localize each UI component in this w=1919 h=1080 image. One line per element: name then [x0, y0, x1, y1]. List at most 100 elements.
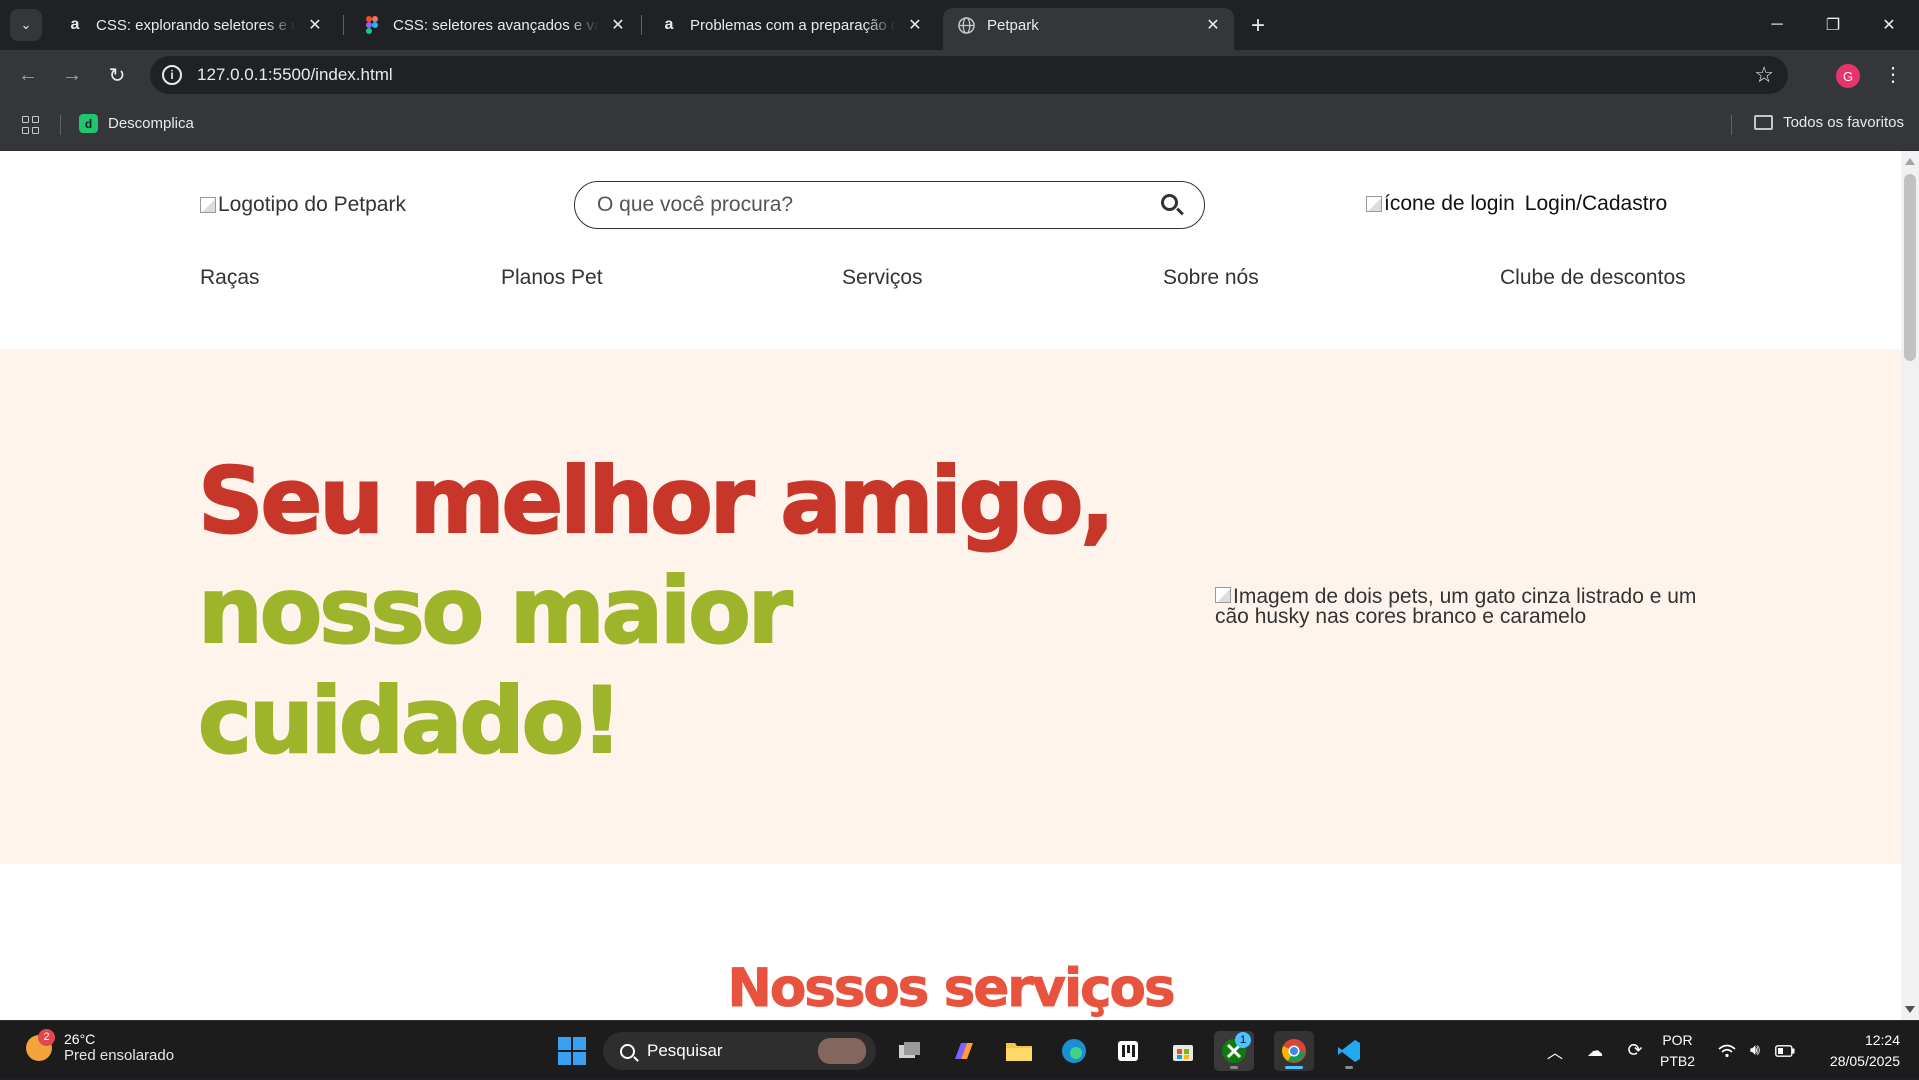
weather-temp: 26°C — [64, 1031, 96, 1047]
language-indicator[interactable]: POR PTB2 — [1660, 1030, 1695, 1072]
browser-tab-bar: ⌄ a CSS: explorando seletores e utilitár… — [0, 0, 1919, 50]
restore-button[interactable]: ❐ — [1810, 8, 1856, 42]
clock-date: 28/05/2025 — [1829, 1053, 1900, 1069]
bookmark-divider — [60, 115, 61, 135]
search-icon[interactable] — [1161, 194, 1178, 211]
all-bookmarks[interactable]: Todos os favoritos — [1754, 114, 1904, 131]
bookmarks-bar: d Descomplica Todos os favoritos — [0, 100, 1919, 151]
start-button[interactable] — [552, 1031, 592, 1071]
search-placeholder: O que você procura? — [597, 193, 794, 216]
tab-css-seletores[interactable]: CSS: seletores avançados e variáveis ✕ — [349, 8, 639, 42]
bookmark-divider — [1731, 115, 1732, 135]
microsoft-store-icon[interactable] — [1163, 1031, 1203, 1071]
xbox-badge: 1 — [1235, 1032, 1251, 1048]
keyboard-layout: PTB2 — [1660, 1053, 1696, 1069]
address-bar[interactable]: i 127.0.0.1:5500/index.html ☆ — [150, 56, 1788, 94]
alura-icon: a — [664, 16, 674, 33]
hero-title: Seu melhor amigo, nosso maior cuidado! — [197, 447, 1158, 777]
new-tab-button[interactable]: + — [1244, 12, 1272, 40]
tab-divider — [343, 15, 344, 35]
taskbar-search-label: Pesquisar — [647, 1041, 723, 1060]
chrome-icon[interactable] — [1274, 1031, 1314, 1071]
nav-item-planos-pet[interactable]: Planos Pet — [501, 266, 603, 290]
weather-badge: 2 — [38, 1028, 55, 1046]
profile-avatar[interactable]: G — [1836, 64, 1860, 88]
show-hidden-icons[interactable]: ︿ — [1540, 1021, 1570, 1080]
file-explorer-icon[interactable] — [999, 1031, 1039, 1071]
minimize-button[interactable]: ─ — [1754, 8, 1800, 42]
tab-css-explorando[interactable]: a CSS: explorando seletores e utilitário… — [52, 8, 336, 42]
teams-icon[interactable] — [1108, 1031, 1148, 1071]
tab-title: Problemas com a preparação do ambiente — [690, 16, 896, 34]
alura-icon: a — [70, 16, 80, 33]
volume-icon[interactable]: 🔊︎ — [1742, 1021, 1768, 1080]
login-icon: ícone de login — [1366, 192, 1515, 216]
close-tab-icon[interactable]: ✕ — [304, 14, 326, 36]
login-icon-alt-text: ícone de login — [1384, 192, 1515, 215]
login-label: Login/Cadastro — [1524, 192, 1668, 215]
scroll-up-arrow-icon[interactable] — [1905, 158, 1915, 165]
search-icon — [620, 1043, 635, 1059]
battery-icon[interactable] — [1772, 1021, 1798, 1080]
browser-menu-icon[interactable]: ⋮ — [1880, 62, 1906, 87]
hero-title-line1: Seu melhor amigo, — [197, 448, 1116, 555]
back-button[interactable]: ← — [12, 59, 44, 91]
apps-grid-icon[interactable] — [22, 116, 40, 134]
windows-taskbar: 2 26°C Pred ensolarado Pesquisar 1 ︿ ☁ ⟳… — [0, 1020, 1919, 1079]
bookmark-label: Descomplica — [108, 115, 194, 132]
tab-title: CSS: seletores avançados e variáveis — [393, 16, 599, 34]
taskbar-search[interactable]: Pesquisar — [603, 1032, 876, 1070]
page-viewport: Logotipo do Petpark O que você procura? … — [0, 151, 1919, 1020]
main-nav: Raças Planos Pet Serviços Sobre nós Club… — [200, 266, 1701, 296]
nav-item-clube-de-descontos[interactable]: Clube de descontos — [1500, 266, 1686, 290]
copilot-icon[interactable] — [944, 1031, 984, 1071]
close-tab-icon[interactable]: ✕ — [607, 14, 629, 36]
weather-widget[interactable]: 2 26°C Pred ensolarado — [26, 1028, 174, 1064]
broken-image-icon — [1215, 587, 1231, 603]
sync-icon[interactable]: ⟳ — [1620, 1021, 1650, 1080]
close-tab-icon[interactable]: ✕ — [1202, 14, 1224, 36]
nav-item-sobre-nos[interactable]: Sobre nós — [1163, 266, 1259, 290]
logo-alt-text: Logotipo do Petpark — [218, 193, 406, 216]
petpark-logo[interactable]: Logotipo do Petpark — [200, 193, 406, 217]
hero-pets-image: Imagem de dois pets, um gato cinza listr… — [1215, 586, 1715, 627]
tab-petpark[interactable]: Petpark ✕ — [943, 8, 1234, 50]
nav-item-racas[interactable]: Raças — [200, 266, 260, 290]
clock-time: 12:24 — [1864, 1032, 1900, 1048]
tab-divider — [641, 15, 642, 35]
tab-search-button[interactable]: ⌄ — [10, 9, 42, 41]
active-indicator — [1285, 1066, 1303, 1069]
language-code: POR — [1662, 1032, 1693, 1048]
reload-button[interactable]: ↻ — [101, 59, 133, 91]
scroll-down-arrow-icon[interactable] — [1905, 1006, 1915, 1013]
onedrive-icon[interactable]: ☁ — [1580, 1021, 1610, 1080]
vscode-icon[interactable] — [1329, 1031, 1369, 1071]
system-clock[interactable]: 12:24 28/05/2025 — [1810, 1030, 1900, 1072]
login-link[interactable]: ícone de login Login/Cadastro — [1366, 192, 1667, 216]
address-url[interactable]: 127.0.0.1:5500/index.html — [197, 65, 393, 85]
xbox-icon[interactable]: 1 — [1214, 1031, 1254, 1071]
bookmark-descomplica[interactable]: d Descomplica — [79, 114, 194, 133]
tab-problemas[interactable]: a Problemas com a preparação do ambiente… — [646, 8, 936, 42]
search-highlight-image — [818, 1038, 866, 1064]
broken-image-icon — [200, 197, 216, 213]
page-scrollbar[interactable] — [1901, 151, 1919, 1020]
close-tab-icon[interactable]: ✕ — [904, 14, 926, 36]
browser-toolbar: ← → ↻ i 127.0.0.1:5500/index.html ☆ G ⋮ — [0, 50, 1919, 100]
close-window-button[interactable]: ✕ — [1866, 8, 1912, 42]
wifi-icon[interactable] — [1714, 1021, 1740, 1080]
edge-browser-icon[interactable] — [1054, 1031, 1094, 1071]
bookmark-star-icon[interactable]: ☆ — [1754, 62, 1774, 88]
running-indicator — [1345, 1066, 1353, 1069]
task-view-icon[interactable] — [890, 1031, 930, 1071]
scroll-thumb[interactable] — [1904, 174, 1916, 361]
services-title: Nossos serviços — [727, 958, 1176, 1019]
windows-logo-icon — [558, 1037, 586, 1065]
search-input[interactable]: O que você procura? — [574, 181, 1205, 229]
forward-button[interactable]: → — [56, 59, 88, 91]
nav-item-servicos[interactable]: Serviços — [842, 266, 923, 290]
tab-title: CSS: explorando seletores e utilitários — [96, 16, 296, 34]
figma-icon — [363, 16, 381, 34]
site-info-icon[interactable]: i — [162, 65, 182, 85]
tab-title: Petpark — [987, 16, 1039, 34]
